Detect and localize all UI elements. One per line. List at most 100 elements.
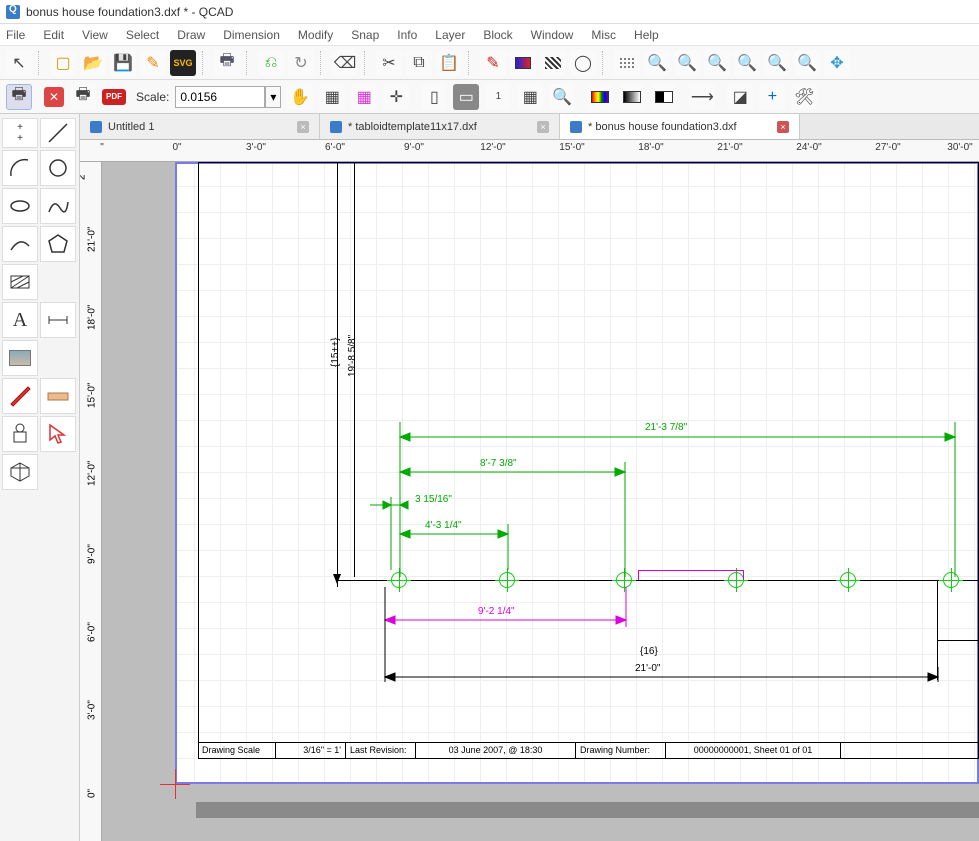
zoom-window-button[interactable]: 🔍	[704, 50, 730, 76]
circle-tool-button[interactable]: ◯	[570, 50, 596, 76]
menu-info[interactable]: Info	[397, 28, 417, 42]
bw-button[interactable]	[651, 84, 677, 110]
menu-misc[interactable]: Misc	[591, 28, 616, 42]
spline-tool[interactable]	[40, 188, 76, 224]
open-file-button[interactable]: 📂	[80, 50, 106, 76]
erase-button[interactable]: ⌫	[332, 50, 358, 76]
measure-tool[interactable]	[2, 378, 38, 414]
menu-draw[interactable]: Draw	[177, 28, 205, 42]
menu-modify[interactable]: Modify	[298, 28, 333, 42]
scale-dropdown-icon[interactable]: ▾	[265, 86, 281, 108]
portrait-button[interactable]: ▯	[421, 84, 447, 110]
dim-21-0: 21'-0"	[635, 663, 660, 674]
tab-label: * tabloidtemplate11x17.dxf	[348, 121, 477, 133]
block-tool[interactable]	[2, 416, 38, 452]
menu-help[interactable]: Help	[634, 28, 659, 42]
post-marker	[840, 572, 856, 588]
reset-tool[interactable]: ++	[2, 118, 38, 148]
swatch-button[interactable]	[510, 50, 536, 76]
menu-file[interactable]: File	[6, 28, 25, 42]
linewidth-button[interactable]: ⟶	[689, 84, 715, 110]
hatch-button[interactable]	[540, 50, 566, 76]
menu-window[interactable]: Window	[531, 28, 574, 42]
tool-palette: ++ A	[0, 114, 80, 841]
text-tool[interactable]: A	[2, 302, 38, 338]
menu-edit[interactable]: Edit	[43, 28, 64, 42]
paste-button[interactable]: 📋	[436, 50, 462, 76]
close-tab-icon[interactable]: ×	[777, 121, 789, 133]
arc-tool[interactable]	[2, 150, 38, 186]
pan-button[interactable]: ✥	[824, 50, 850, 76]
redo-button[interactable]: ↻	[288, 50, 314, 76]
save-button[interactable]: 💾	[110, 50, 136, 76]
zoom-prev-button[interactable]: 🔍	[764, 50, 790, 76]
zoom-in-button[interactable]: 🔍	[644, 50, 670, 76]
close-tab-icon[interactable]: ×	[297, 121, 309, 133]
tab-tabloid[interactable]: * tabloidtemplate11x17.dxf ×	[320, 114, 560, 139]
image-tool[interactable]	[2, 340, 38, 376]
color-mode-button[interactable]	[587, 84, 613, 110]
menu-select[interactable]: Select	[126, 28, 159, 42]
zoom-page-button[interactable]: 🔍	[549, 84, 575, 110]
page-count-button[interactable]: 1	[485, 84, 511, 110]
multipage-button[interactable]: ▦	[517, 84, 543, 110]
line-tool[interactable]	[40, 118, 76, 148]
hand-button[interactable]: ✋	[287, 84, 313, 110]
settings-button[interactable]: 🛠	[791, 84, 817, 110]
zoom-auto-button[interactable]: 🔍	[734, 50, 760, 76]
grayscale-button[interactable]	[619, 84, 645, 110]
select-tool[interactable]	[40, 416, 76, 452]
add-marker-button[interactable]: +	[759, 84, 785, 110]
zoom-out-button[interactable]: 🔍	[674, 50, 700, 76]
svg-export-button[interactable]: SVG	[170, 50, 196, 76]
iso-tool[interactable]	[2, 454, 38, 490]
post-marker	[943, 572, 959, 588]
save-as-button[interactable]: ✎	[140, 50, 166, 76]
ellipse-tool[interactable]	[2, 188, 38, 224]
pencil-button[interactable]: ✎	[480, 50, 506, 76]
printer-button[interactable]: 🖶	[70, 84, 96, 110]
pointer-tool[interactable]: ↖	[6, 50, 32, 76]
titleblock-scale-label: Drawing Scale	[198, 743, 276, 759]
titleblock-rev-value: 03 June 2007, @ 18:30	[416, 743, 576, 759]
menu-layer[interactable]: Layer	[435, 28, 465, 42]
undo-button[interactable]: ⎌	[258, 50, 284, 76]
close-preview-button[interactable]: ✕	[44, 87, 64, 107]
fit-page-button[interactable]: ▦	[351, 84, 377, 110]
ruler-vertical: 0" 3'-0" 6'-0" 9'-0" 12'-0" 15'-0" 18'-0…	[80, 162, 102, 841]
zoom-sel-button[interactable]: 🔍	[794, 50, 820, 76]
tab-untitled[interactable]: Untitled 1 ×	[80, 114, 320, 139]
copy-button[interactable]: ⧉	[406, 50, 432, 76]
menubar: File Edit View Select Draw Dimension Mod…	[0, 24, 979, 46]
polyline-tool[interactable]	[2, 226, 38, 262]
cut-button[interactable]: ✂	[376, 50, 402, 76]
qcad-doc-icon	[570, 121, 582, 133]
menu-dimension[interactable]: Dimension	[223, 28, 280, 42]
landscape-button[interactable]: ▭	[453, 84, 479, 110]
crosshair-button[interactable]: ✛	[383, 84, 409, 110]
ruler-tool[interactable]	[40, 378, 76, 414]
print-button[interactable]: 🖶	[214, 50, 240, 76]
dim-9-2: 9'-2 1/4"	[478, 606, 515, 617]
drawing-canvas[interactable]: 0" 3'-0" 6'-0" 9'-0" 12'-0" 15'-0" 18'-0…	[80, 162, 979, 841]
circle-tool[interactable]	[40, 150, 76, 186]
crop-button[interactable]: ◪	[727, 84, 753, 110]
hatch-tool[interactable]	[2, 264, 38, 300]
pdf-export-button[interactable]: PDF	[102, 89, 126, 105]
dimension-tool[interactable]	[40, 302, 76, 338]
polygon-tool[interactable]	[40, 226, 76, 262]
secondary-toolbar: 🖶 ✕ 🖶 PDF Scale: ▾ ✋ ▦ ▦ ✛ ▯ ▭ 1 ▦ 🔍 ⟶ ◪…	[0, 80, 979, 114]
workspace: ++ A	[0, 114, 979, 841]
menu-snap[interactable]: Snap	[351, 28, 379, 42]
app-icon	[6, 5, 20, 19]
close-tab-icon[interactable]: ×	[537, 121, 549, 133]
tab-bonus-house[interactable]: * bonus house foundation3.dxf ×	[560, 114, 800, 139]
print-preview-button[interactable]: 🖶	[6, 84, 32, 110]
center-page-button[interactable]: ▦	[319, 84, 345, 110]
scale-input[interactable]	[175, 86, 265, 108]
new-file-button[interactable]: ▢	[50, 50, 76, 76]
menu-view[interactable]: View	[82, 28, 108, 42]
grid-dots-button[interactable]	[614, 50, 640, 76]
post-marker	[616, 572, 632, 588]
menu-block[interactable]: Block	[483, 28, 512, 42]
